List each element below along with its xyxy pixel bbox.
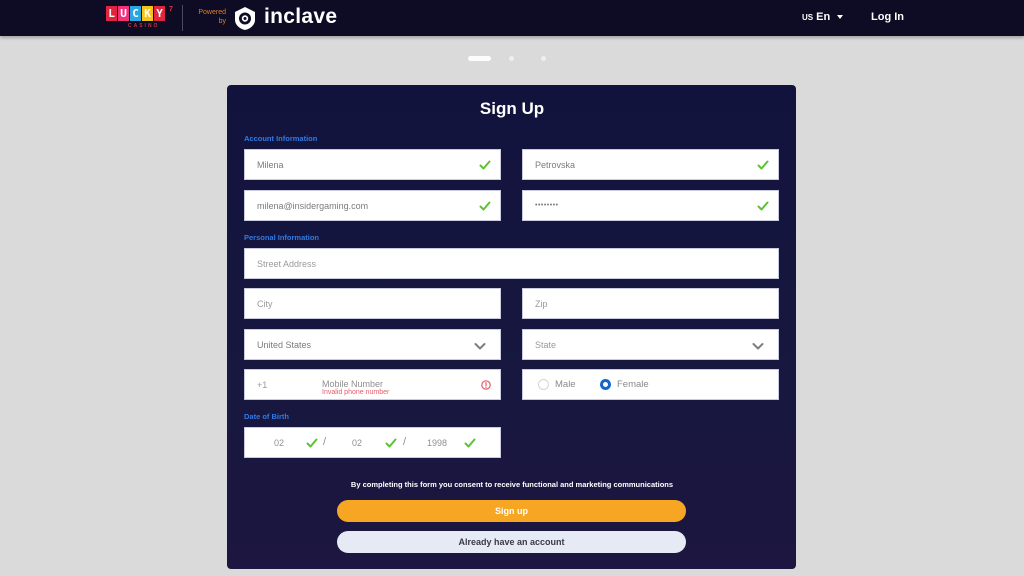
last-name-value: Petrovska <box>535 159 576 170</box>
phone-error-message: Invalid phone number <box>322 389 390 396</box>
street-address-placeholder: Street Address <box>257 258 317 269</box>
dob-separator: / <box>403 436 407 448</box>
carousel-dot-active[interactable] <box>468 56 491 61</box>
email-value: milena@insidergaming.com <box>257 200 369 211</box>
inclave-shield-icon <box>235 7 255 30</box>
logo-superscript: 7 <box>169 6 173 13</box>
carousel-dot[interactable] <box>541 56 546 61</box>
valid-check-icon <box>306 438 318 448</box>
inclave-logo-text: inclave <box>264 5 338 28</box>
caret-down-icon <box>837 15 844 19</box>
dob-separator: / <box>323 436 327 448</box>
logo-letter: L <box>106 6 117 21</box>
password-value: •••••••• <box>535 202 559 209</box>
powered-by-label: Powered by <box>192 8 226 26</box>
page-title: Sign Up <box>479 99 545 118</box>
country-value: United States <box>257 339 312 350</box>
zip-placeholder: Zip <box>535 298 548 309</box>
logo-letter: U <box>118 6 129 21</box>
mobile-number-placeholder: Mobile Number <box>322 379 384 389</box>
gender-label-female: Female <box>617 379 649 390</box>
personal-information-label: Personal Information <box>244 233 320 242</box>
lucky-letters: L U C K Y <box>106 6 174 21</box>
phone-country-code[interactable]: +1 <box>257 380 267 390</box>
login-link[interactable]: Log In <box>871 11 904 23</box>
valid-check-icon <box>757 201 769 211</box>
error-alert-icon <box>481 380 491 390</box>
logo-divider <box>182 5 183 31</box>
valid-check-icon <box>479 160 491 170</box>
gender-label-male: Male <box>555 379 576 390</box>
language-flag: US <box>802 12 814 22</box>
valid-check-icon <box>757 160 769 170</box>
carousel-dot[interactable] <box>509 56 514 61</box>
logo-subtitle: CASINO <box>128 23 160 29</box>
date-of-birth-label: Date of Birth <box>244 412 289 421</box>
chevron-down-icon <box>474 343 486 350</box>
password-field[interactable]: •••••••• <box>522 190 779 221</box>
gender-field: Male Female <box>522 369 779 400</box>
language-selector[interactable]: US En <box>802 11 844 23</box>
top-navigation-bar: L U C K Y 7 CASINO Powered by inclave US… <box>0 0 1024 36</box>
state-placeholder: State <box>535 339 557 350</box>
dob-year[interactable]: 1998 <box>427 438 447 448</box>
carousel-indicator <box>0 56 1024 62</box>
dob-day[interactable]: 02 <box>352 438 362 448</box>
already-have-account-button[interactable]: Already have an account <box>337 531 686 553</box>
language-label: En <box>816 11 831 23</box>
logo-letter: K <box>142 6 153 21</box>
gender-option-female[interactable]: Female <box>600 379 649 390</box>
logo-letter: Y <box>154 6 165 21</box>
sign-up-button[interactable]: Sign up <box>337 500 686 522</box>
logo-letter: C <box>130 6 141 21</box>
lucky-casino-logo[interactable]: L U C K Y 7 CASINO <box>106 6 174 30</box>
radio-female-selected[interactable] <box>600 379 611 390</box>
powered-by-line2: by <box>218 18 226 25</box>
country-select[interactable]: United States <box>244 329 501 360</box>
dob-month[interactable]: 02 <box>274 438 284 448</box>
last-name-field[interactable]: Petrovska <box>522 149 779 180</box>
chevron-down-icon <box>752 343 764 350</box>
first-name-value: Milena <box>257 159 284 170</box>
valid-check-icon <box>385 438 397 448</box>
zip-field[interactable]: Zip <box>522 288 779 319</box>
city-placeholder: City <box>257 298 273 309</box>
powered-by-line1: Powered <box>198 9 226 16</box>
radio-male[interactable] <box>538 379 549 390</box>
state-select[interactable]: State <box>522 329 779 360</box>
consent-notice: By completing this form you consent to r… <box>350 480 674 489</box>
street-address-field[interactable]: Street Address <box>244 248 779 279</box>
mobile-number-field[interactable]: +1 Mobile Number Invalid phone number <box>244 369 501 400</box>
date-of-birth-field: 02 / 02 / 1998 <box>244 427 501 458</box>
valid-check-icon <box>479 201 491 211</box>
valid-check-icon <box>464 438 476 448</box>
city-field[interactable]: City <box>244 288 501 319</box>
account-information-label: Account Information <box>244 134 318 143</box>
gender-option-male[interactable]: Male <box>538 379 576 390</box>
first-name-field[interactable]: Milena <box>244 149 501 180</box>
email-field[interactable]: milena@insidergaming.com <box>244 190 501 221</box>
